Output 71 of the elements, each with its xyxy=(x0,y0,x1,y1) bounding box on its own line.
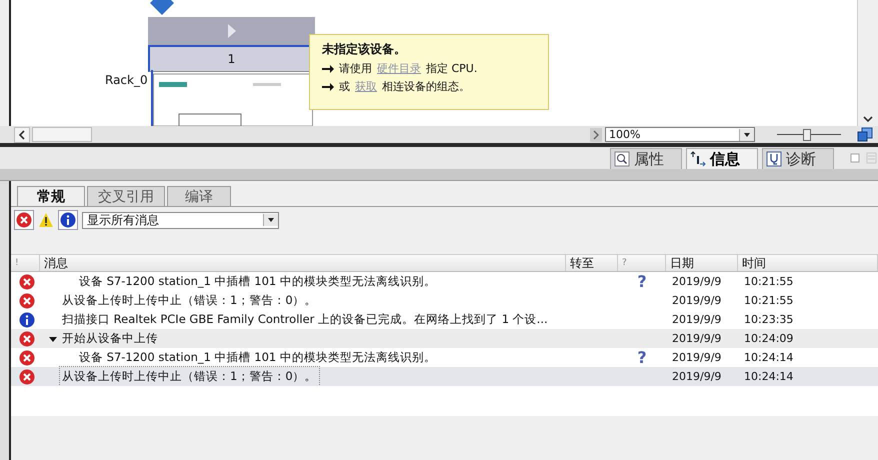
table-cell-text: 2019/9/9 xyxy=(671,350,722,366)
message-text: 扫描接口 Realtek PCIe GBE Family Controller 上的设备已完成。在网络上找到了 1 个设... xyxy=(62,312,548,327)
table-cell-text: 10:21:55 xyxy=(743,274,794,290)
message-row[interactable]: 从设备上传时上传中止（错误：1；警告：0）。 2019/9/9 10:24:14 xyxy=(11,367,878,386)
slider-thumb[interactable] xyxy=(802,129,811,141)
search-icon xyxy=(614,151,630,167)
table-cell-text: 2019/9/9 xyxy=(671,312,722,328)
message-text: 从设备上传时上传中止（错误：1；警告：0）。 xyxy=(62,369,317,384)
error-icon xyxy=(18,350,34,366)
tooltip-text: 相连设备的组态。 xyxy=(382,79,470,94)
scroll-down-icon[interactable] xyxy=(862,114,874,124)
sub-tab[interactable]: 常规 xyxy=(17,186,85,206)
tooltip-text: 或 xyxy=(339,79,350,94)
warning-icon xyxy=(38,212,54,228)
table-cell-text: 10:21:55 xyxy=(743,293,794,309)
dropdown-caret-icon[interactable] xyxy=(263,214,278,226)
inspector-tab[interactable]: 信息 xyxy=(686,148,758,169)
column-header[interactable]: 转至 xyxy=(566,255,618,271)
error-icon xyxy=(16,212,32,228)
column-header[interactable]: 时间 xyxy=(738,255,878,271)
column-header[interactable]: 消息 xyxy=(40,255,566,271)
table-cell-text: 10:23:35 xyxy=(743,312,794,328)
sub-tab[interactable]: 交叉引用 xyxy=(87,186,165,206)
scroll-right-icon[interactable] xyxy=(590,128,602,142)
error-filter-button[interactable] xyxy=(14,210,34,230)
table-cell-text: 2019/9/9 xyxy=(671,331,722,347)
error-icon xyxy=(18,330,34,346)
filter-value: 显示所有消息 xyxy=(87,212,159,228)
dropdown-caret-icon[interactable] xyxy=(739,128,754,140)
table-cell-text: 2019/9/9 xyxy=(671,369,722,385)
tooltip-text: 指定 CPU. xyxy=(426,61,478,76)
window-icon[interactable] xyxy=(857,126,873,142)
table-cell-text: 10:24:09 xyxy=(743,331,794,347)
inspector-tab[interactable]: 诊断 xyxy=(762,148,834,169)
rack-label: Rack_0 xyxy=(105,73,148,87)
arrow-icon xyxy=(322,64,334,74)
table-cell-text: 10:24:14 xyxy=(743,350,794,366)
zoom-value: 100% xyxy=(609,128,640,141)
message-text: 从设备上传时上传中止（错误：1；警告：0）。 xyxy=(62,293,317,308)
message-row[interactable]: 设备 S7-1200 station_1 中插槽 101 中的模块类型无法离线识别。 ? 2019/9/9 10:21:55 xyxy=(11,272,878,291)
help-link[interactable]: ? xyxy=(637,274,647,290)
help-link[interactable]: ? xyxy=(637,350,647,366)
column-header[interactable]: 日期 xyxy=(666,255,738,271)
tooltip-title: 未指定该设备。 xyxy=(322,41,407,58)
message-row[interactable]: 开始从设备中上传 2019/9/9 10:24:09 xyxy=(11,329,878,348)
message-filter-dropdown[interactable]: 显示所有消息 xyxy=(82,212,279,228)
info-filter-button[interactable] xyxy=(58,210,78,230)
message-text: 设备 S7-1200 station_1 中插槽 101 中的模块类型无法离线识别。 xyxy=(79,274,436,289)
table-cell-text: 2019/9/9 xyxy=(671,274,722,290)
info-arrows-icon xyxy=(690,151,706,167)
error-icon xyxy=(18,368,34,384)
info-icon xyxy=(18,312,34,328)
message-row[interactable]: 扫描接口 Realtek PCIe GBE Family Controller 上的设备已完成。在网络上找到了 1 个设... 2019/9/9 10:23:35 xyxy=(11,310,878,329)
zoom-dropdown[interactable]: 100% xyxy=(605,127,755,142)
stethoscope-icon xyxy=(766,151,782,167)
message-row[interactable]: 从设备上传时上传中止（错误：1；警告：0）。 2019/9/9 10:21:55 xyxy=(11,291,878,310)
table-cell-text: 2019/9/9 xyxy=(671,293,722,309)
error-icon xyxy=(18,292,34,308)
scroll-thumb[interactable] xyxy=(32,127,92,142)
zoom-slider[interactable] xyxy=(777,127,841,142)
tooltip-text: 请使用 xyxy=(339,61,372,76)
error-icon xyxy=(18,274,34,290)
message-row[interactable]: 设备 S7-1200 station_1 中插槽 101 中的模块类型无法离线识别。 ? 2019/9/9 10:24:14 xyxy=(11,348,878,367)
message-text: 设备 S7-1200 station_1 中插槽 101 中的模块类型无法离线识别。 xyxy=(79,350,436,365)
inspector-tab[interactable]: 属性 xyxy=(610,148,682,169)
table-cell-text: 10:24:14 xyxy=(743,369,794,385)
message-text: 开始从设备中上传 xyxy=(62,331,158,346)
sub-tab[interactable]: 编译 xyxy=(167,186,231,206)
scroll-left-icon[interactable] xyxy=(14,126,30,142)
arrow-icon xyxy=(322,82,334,92)
info-icon xyxy=(60,212,76,228)
